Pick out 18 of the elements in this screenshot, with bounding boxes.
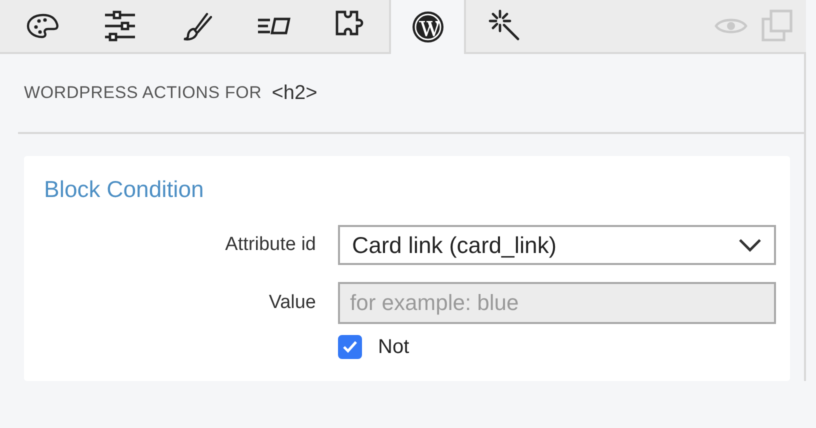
attribute-select[interactable]: Card link (card_link) <box>338 225 776 265</box>
field-label: Value <box>268 292 316 314</box>
chevron-down-icon <box>738 238 762 252</box>
card-title: Block Condition <box>44 176 205 203</box>
wordpress-icon <box>410 10 444 44</box>
checkbox-label: Not <box>378 336 410 358</box>
palette-icon <box>26 12 60 40</box>
brush-icon <box>182 11 212 41</box>
value-field[interactable]: for example: blue <box>338 282 776 324</box>
magic-wand-icon <box>488 9 522 43</box>
text-align-icon <box>256 16 290 36</box>
checkbox[interactable] <box>338 335 362 359</box>
sliders-icon <box>102 10 136 42</box>
section-title: WORDPRESS ACTIONS FOR <box>24 83 262 103</box>
wordpress-tab[interactable] <box>389 0 466 54</box>
element-tag: <h2> <box>272 82 318 104</box>
check-icon <box>342 340 358 354</box>
field-label: Attribute id <box>224 234 316 256</box>
